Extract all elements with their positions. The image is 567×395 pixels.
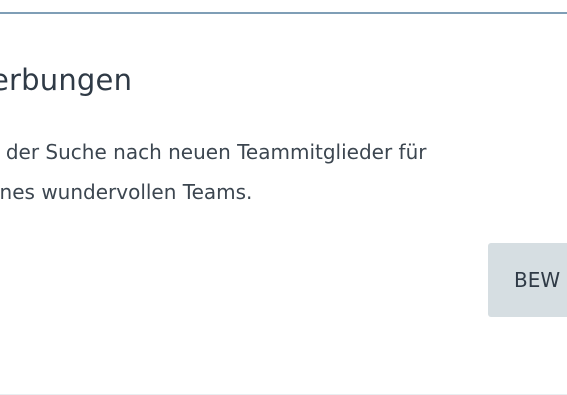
apply-button[interactable]: BEW: [488, 243, 567, 317]
page: erbungen ' der Suche nach neuen Teammitg…: [0, 0, 567, 395]
description-line-1: ' der Suche nach neuen Teammitglieder fü…: [0, 140, 427, 164]
description-line-2: ines wundervollen Teams.: [0, 180, 253, 204]
card-title: erbungen: [0, 63, 133, 97]
top-strip: [0, 0, 567, 12]
card-description: ' der Suche nach neuen Teammitglieder fü…: [0, 132, 426, 212]
applications-card: erbungen ' der Suche nach neuen Teammitg…: [0, 12, 567, 395]
